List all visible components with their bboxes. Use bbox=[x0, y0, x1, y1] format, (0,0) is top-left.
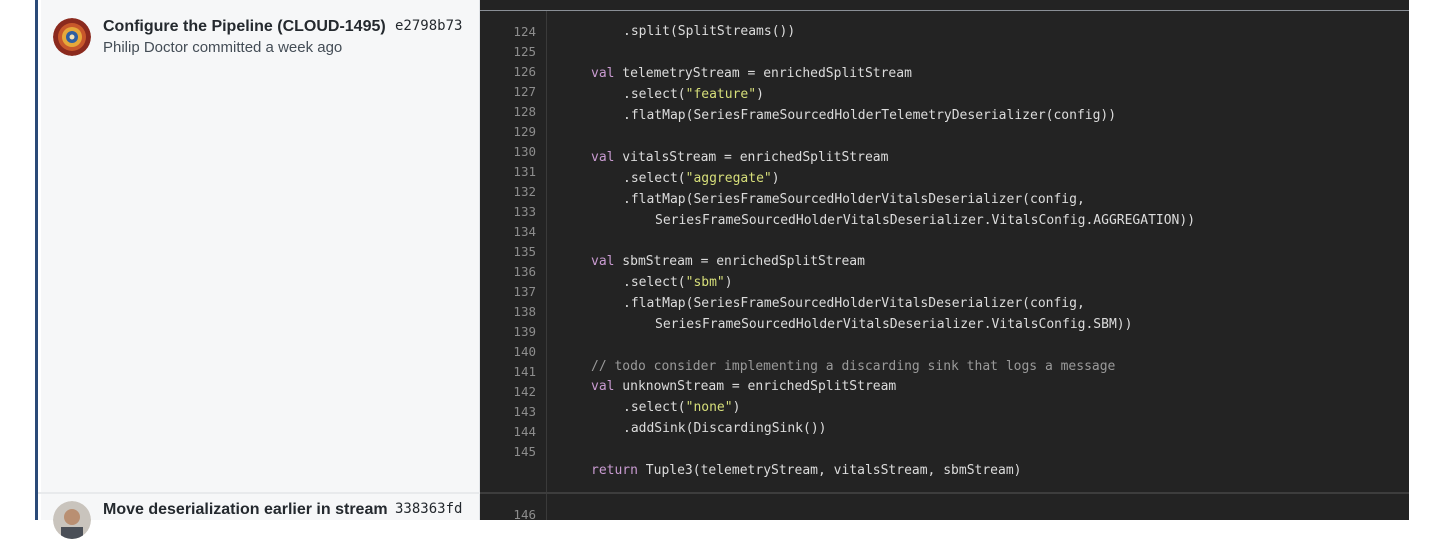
string-literal: "aggregate" bbox=[685, 171, 772, 186]
code-panel: 124 125 126 127 128 129 130 131 132 133 … bbox=[480, 0, 1409, 522]
code-line: SeriesFrameSourcedHolderVitalsDeserializ… bbox=[655, 213, 1196, 228]
code-text: telemetryStream = enrichedSplitStream bbox=[614, 66, 912, 81]
line-number[interactable]: 146 bbox=[480, 505, 536, 525]
commit-sha-link[interactable]: e2798b73 bbox=[395, 18, 462, 34]
line-number[interactable]: 141 bbox=[480, 362, 536, 382]
line-number[interactable]: 133 bbox=[480, 202, 536, 222]
keyword: return bbox=[591, 463, 638, 478]
line-number[interactable]: 135 bbox=[480, 242, 536, 262]
line-number[interactable]: 130 bbox=[480, 142, 536, 162]
line-number[interactable]: 129 bbox=[480, 122, 536, 142]
string-literal: "none" bbox=[685, 400, 733, 415]
line-number[interactable]: 140 bbox=[480, 342, 536, 362]
commit-title-link[interactable]: Configure the Pipeline (CLOUD-1495) bbox=[103, 18, 393, 36]
code-line: val vitalsStream = enrichedSplitStream bbox=[591, 147, 888, 168]
panel-divider bbox=[480, 10, 1409, 11]
code-line: SeriesFrameSourcedHolderVitalsDeserializ… bbox=[655, 317, 1133, 332]
code-line: .select("none") bbox=[623, 397, 740, 418]
line-number[interactable]: 127 bbox=[480, 82, 536, 102]
code-comment: // todo consider implementing a discardi… bbox=[591, 359, 1116, 374]
line-number[interactable]: 136 bbox=[480, 262, 536, 282]
blame-view: Configure the Pipeline (CLOUD-1495) e279… bbox=[35, 0, 1409, 539]
line-number[interactable]: 137 bbox=[480, 282, 536, 302]
code-line: .addSink(DiscardingSink()) bbox=[623, 421, 827, 436]
line-number[interactable]: 128 bbox=[480, 102, 536, 122]
line-number[interactable]: 124 bbox=[480, 22, 536, 42]
code-line: .select("aggregate") bbox=[623, 168, 780, 189]
code-line: .select("sbm") bbox=[623, 272, 733, 293]
string-literal: "sbm" bbox=[685, 275, 725, 290]
code-line: val telemetryStream = enrichedSplitStrea… bbox=[591, 63, 912, 84]
code-line: .flatMap(SeriesFrameSourcedHolderVitalsD… bbox=[623, 192, 1085, 207]
line-number[interactable]: 125 bbox=[480, 42, 536, 62]
code-text: Tuple3(telemetryStream, vitalsStream, sb… bbox=[637, 463, 1022, 478]
avatar[interactable] bbox=[53, 501, 91, 539]
line-number[interactable]: 139 bbox=[480, 322, 536, 342]
line-number[interactable]: 134 bbox=[480, 222, 536, 242]
code-text: .select( bbox=[623, 171, 686, 186]
line-number[interactable]: 138 bbox=[480, 302, 536, 322]
string-literal: "feature" bbox=[685, 87, 757, 102]
code-text: vitalsStream = enrichedSplitStream bbox=[614, 150, 889, 165]
commit-meta: Philip Doctor committed a week ago bbox=[103, 39, 343, 56]
code-text: ) bbox=[756, 87, 764, 102]
code-line: .flatMap(SeriesFrameSourcedHolderVitalsD… bbox=[623, 296, 1085, 311]
code-line: .split(SplitStreams()) bbox=[623, 24, 796, 39]
line-number[interactable]: 142 bbox=[480, 382, 536, 402]
code-line: .select("feature") bbox=[623, 84, 764, 105]
line-number-gutter: 124 125 126 127 128 129 130 131 132 133 … bbox=[480, 11, 547, 522]
code-text: unknownStream = enrichedSplitStream bbox=[614, 379, 897, 394]
code-text: .select( bbox=[623, 275, 686, 290]
commit-sha-link[interactable]: 338363fd bbox=[395, 501, 462, 517]
commit-column: Configure the Pipeline (CLOUD-1495) e279… bbox=[41, 0, 480, 539]
code-block-divider bbox=[480, 492, 1409, 494]
code-line: .flatMap(SeriesFrameSourcedHolderTelemet… bbox=[623, 108, 1117, 123]
keyword: val bbox=[591, 379, 615, 394]
code-line: return Tuple3(telemetryStream, vitalsStr… bbox=[591, 460, 1021, 481]
code-line: val sbmStream = enrichedSplitStream bbox=[591, 251, 865, 272]
keyword: val bbox=[591, 254, 615, 269]
line-number[interactable]: 131 bbox=[480, 162, 536, 182]
avatar[interactable] bbox=[53, 18, 91, 56]
line-number[interactable]: 126 bbox=[480, 62, 536, 82]
code-text: .select( bbox=[623, 87, 686, 102]
code-text: sbmStream = enrichedSplitStream bbox=[614, 254, 865, 269]
line-number[interactable]: 132 bbox=[480, 182, 536, 202]
line-number[interactable]: 144 bbox=[480, 422, 536, 442]
keyword: val bbox=[591, 150, 615, 165]
code-text: .select( bbox=[623, 400, 686, 415]
code-text: ) bbox=[732, 400, 741, 415]
line-number[interactable]: 145 bbox=[480, 442, 536, 462]
code-text: ) bbox=[724, 275, 733, 290]
code-line: val unknownStream = enrichedSplitStream bbox=[591, 376, 896, 397]
keyword: val bbox=[591, 66, 615, 81]
line-number[interactable]: 143 bbox=[480, 402, 536, 422]
commit-title-link[interactable]: Move deserialization earlier in stream bbox=[103, 501, 393, 519]
code-text: ) bbox=[771, 171, 780, 186]
